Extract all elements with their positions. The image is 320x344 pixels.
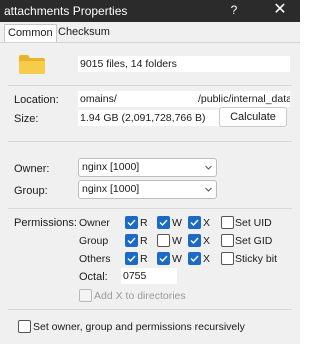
perm-group-label: Group bbox=[79, 235, 109, 247]
set-uid-label: Set UID bbox=[235, 217, 272, 229]
owner-write-checkbox[interactable] bbox=[157, 216, 170, 229]
group-read-label: R bbox=[140, 235, 148, 247]
permissions-label: Permissions: bbox=[14, 217, 77, 229]
octal-value: 0755 bbox=[123, 270, 147, 282]
divider bbox=[8, 208, 292, 209]
group-write-checkbox[interactable] bbox=[157, 234, 170, 247]
window-title: attachments Properties bbox=[4, 4, 128, 18]
group-read-checkbox[interactable] bbox=[125, 234, 138, 247]
divider bbox=[8, 309, 292, 310]
common-panel: 9015 files, 14 folders Location: omains/… bbox=[0, 42, 300, 344]
group-label: Group: bbox=[14, 185, 48, 197]
tab-checksum[interactable]: Checksum bbox=[55, 24, 113, 41]
owner-exec-checkbox[interactable] bbox=[188, 216, 201, 229]
octal-input[interactable]: 0755 bbox=[121, 268, 177, 284]
chevron-down-icon bbox=[205, 187, 212, 192]
others-read-label: R bbox=[140, 253, 148, 265]
recursive-checkbox[interactable] bbox=[18, 320, 31, 333]
add-x-checkbox[interactable] bbox=[79, 289, 92, 302]
group-exec-label: X bbox=[203, 235, 211, 247]
add-x-label: Add X to directories bbox=[94, 290, 186, 302]
others-write-checkbox[interactable] bbox=[157, 252, 170, 265]
group-exec-checkbox[interactable] bbox=[188, 234, 201, 247]
owner-select[interactable]: nginx [1000] bbox=[78, 158, 217, 177]
octal-label: Octal: bbox=[79, 271, 108, 283]
location-field[interactable]: omains/ /public/internal_data bbox=[78, 91, 290, 107]
tab-common[interactable]: Common bbox=[4, 24, 57, 43]
sticky-bit-label: Sticky bit bbox=[235, 253, 278, 265]
divider bbox=[8, 141, 292, 142]
title-bar: attachments Properties ? ✕ bbox=[0, 0, 300, 22]
set-uid-checkbox[interactable] bbox=[221, 216, 234, 229]
others-write-label: W bbox=[172, 253, 182, 265]
owner-label: Owner: bbox=[14, 163, 50, 175]
size-value: 1.94 GB (2,091,728,766 B) bbox=[80, 112, 206, 124]
perm-owner-label: Owner bbox=[79, 217, 110, 229]
location-value-start: omains/ bbox=[80, 93, 117, 105]
owner-value: nginx [1000] bbox=[82, 161, 140, 173]
chevron-down-icon bbox=[205, 165, 212, 170]
calculate-button[interactable]: Calculate bbox=[219, 107, 287, 127]
owner-read-checkbox[interactable] bbox=[125, 216, 138, 229]
divider bbox=[8, 85, 292, 86]
recursive-label: Set owner, group and permissions recursi… bbox=[33, 321, 245, 333]
folder-icon bbox=[19, 55, 45, 74]
group-select[interactable]: nginx [1000] bbox=[78, 180, 217, 199]
set-gid-label: Set GID bbox=[235, 235, 273, 247]
owner-write-label: W bbox=[172, 217, 182, 229]
sticky-bit-checkbox[interactable] bbox=[221, 252, 234, 265]
owner-read-label: R bbox=[140, 217, 148, 229]
others-exec-checkbox[interactable] bbox=[188, 252, 201, 265]
group-value: nginx [1000] bbox=[82, 183, 140, 195]
group-write-label: W bbox=[172, 235, 182, 247]
location-label: Location: bbox=[14, 94, 59, 106]
others-exec-label: X bbox=[203, 253, 211, 265]
size-field[interactable]: 1.94 GB (2,091,728,766 B) bbox=[78, 110, 220, 126]
tab-bar: Common Checksum bbox=[0, 22, 300, 43]
summary-text: 9015 files, 14 folders bbox=[80, 58, 177, 70]
others-read-checkbox[interactable] bbox=[125, 252, 138, 265]
summary-field: 9015 files, 14 folders bbox=[78, 56, 290, 72]
perm-others-label: Others bbox=[79, 253, 111, 265]
size-label: Size: bbox=[14, 113, 39, 125]
location-value-end: /public/internal_data bbox=[198, 93, 290, 105]
help-icon[interactable]: ? bbox=[227, 2, 241, 18]
owner-exec-label: X bbox=[203, 217, 211, 229]
set-gid-checkbox[interactable] bbox=[221, 234, 234, 247]
close-icon[interactable]: ✕ bbox=[262, 1, 298, 19]
